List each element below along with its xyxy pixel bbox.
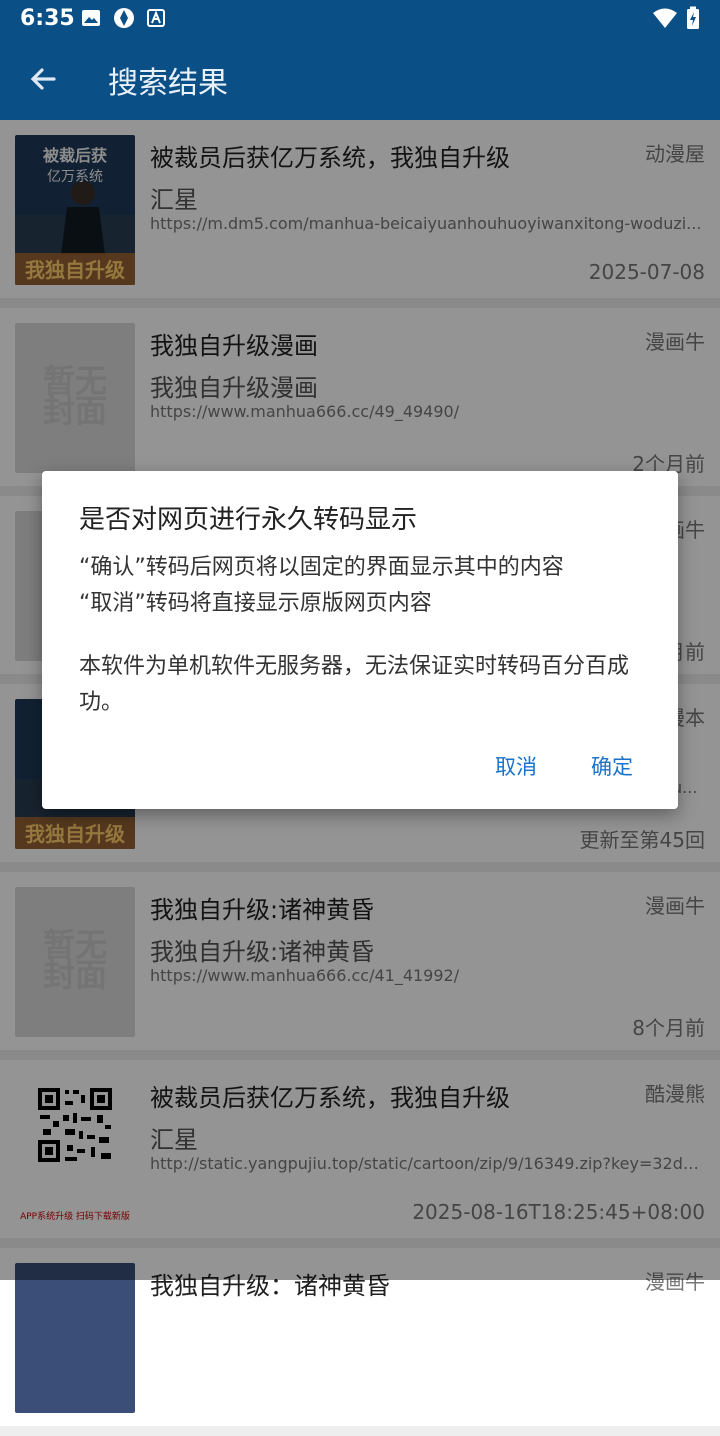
battery-charging-icon — [687, 6, 699, 29]
page-title: 搜索结果 — [108, 66, 228, 101]
transcode-dialog: 是否对网页进行永久转码显示 “确认”转码后网页将以固定的界面显示其中的内容 “取… — [42, 471, 678, 809]
dialog-message-disclaimer: 本软件为单机软件无服务器，无法保证实时转码百分百成功。 — [79, 654, 630, 715]
accessibility-icon — [147, 9, 165, 27]
confirm-button[interactable]: 确定 — [591, 751, 633, 781]
app-bar: 搜索结果 — [0, 38, 720, 120]
status-bar: 6:35 — [0, 0, 720, 38]
wifi-icon — [653, 8, 677, 28]
back-arrow-icon[interactable] — [24, 59, 64, 99]
cancel-button[interactable]: 取消 — [495, 751, 537, 781]
comic-cover — [15, 1263, 135, 1413]
dialog-message-cancel-info: “取消”转码将直接显示原版网页内容 — [79, 591, 432, 616]
image-icon — [82, 10, 100, 26]
dialog-title: 是否对网页进行永久转码显示 — [79, 505, 418, 535]
status-time: 6:35 — [20, 6, 75, 31]
dialog-message-confirm-info: “确认”转码后网页将以固定的界面显示其中的内容 — [79, 555, 564, 580]
aperture-icon — [114, 8, 134, 28]
